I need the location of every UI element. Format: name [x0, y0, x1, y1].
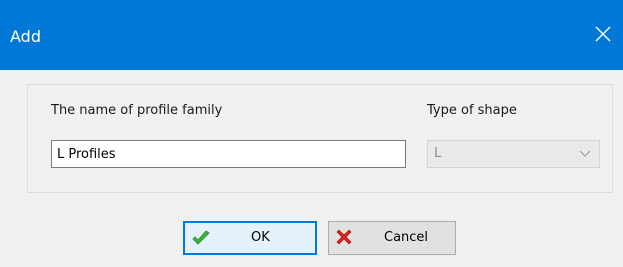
shape-type-value: L — [434, 146, 442, 161]
close-button[interactable] — [583, 14, 623, 54]
x-mark-icon — [336, 229, 352, 245]
profile-family-name-input[interactable] — [51, 140, 406, 168]
check-icon — [192, 230, 210, 245]
form-panel — [27, 84, 613, 193]
ok-button[interactable]: OK — [183, 221, 317, 255]
add-dialog: Add The name of profile family Type of s… — [0, 0, 623, 267]
profile-family-name-label: The name of profile family — [51, 103, 223, 118]
cancel-label: Cancel — [384, 230, 429, 245]
chevron-down-icon — [579, 150, 591, 157]
close-icon — [595, 26, 611, 42]
shape-type-select[interactable]: L — [427, 140, 600, 168]
cancel-button[interactable]: Cancel — [328, 221, 456, 255]
shape-type-label: Type of shape — [427, 103, 517, 118]
dialog-title: Add — [10, 27, 41, 46]
title-bar: Add — [0, 0, 623, 70]
ok-label: OK — [251, 230, 270, 245]
